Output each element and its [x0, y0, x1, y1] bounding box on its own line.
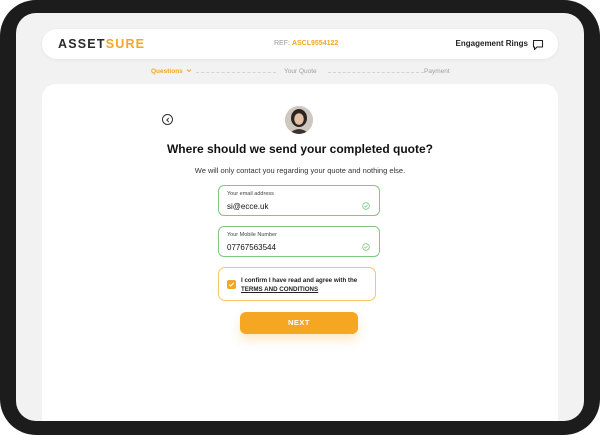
- email-value[interactable]: si@ecce.uk: [227, 202, 268, 211]
- step-questions[interactable]: Questions: [151, 68, 192, 75]
- step-divider: [328, 72, 424, 73]
- mobile-label: Your Mobile Number: [227, 232, 277, 238]
- mobile-field[interactable]: Your Mobile Number 07767563544: [218, 226, 380, 257]
- ref-label: REF:: [274, 40, 290, 47]
- logo-text-asset: ASSET: [58, 37, 106, 51]
- ref-code: ASCL9554122: [291, 40, 339, 47]
- step-divider: [196, 72, 276, 73]
- content-card: Where should we send your completed quot…: [42, 84, 558, 421]
- step-your-quote: Your Quote: [284, 68, 317, 75]
- consent-statement: I confirm I have read and agree with the: [241, 277, 358, 284]
- checkmark-icon: [228, 282, 235, 287]
- valid-check-icon: [362, 238, 370, 251]
- terms-consent: I confirm I have read and agree with the…: [218, 267, 376, 301]
- tablet-frame: ASSETSURE REF: ASCL9554122 Engagement Rin…: [0, 0, 600, 435]
- reference: REF: ASCL9554122: [274, 40, 338, 47]
- terms-checkbox[interactable]: [227, 280, 236, 289]
- email-label: Your email address: [227, 191, 274, 197]
- mobile-value[interactable]: 07767563544: [227, 243, 276, 252]
- chat-bubble-icon[interactable]: [532, 38, 544, 51]
- advisor-avatar: [285, 106, 313, 134]
- page-title: Where should we send your completed quot…: [166, 142, 434, 156]
- chevron-left-icon: [166, 117, 170, 123]
- page-subtitle: We will only contact you regarding your …: [194, 166, 406, 175]
- next-button[interactable]: NEXT: [240, 312, 358, 334]
- brand-logo[interactable]: ASSETSURE: [58, 37, 145, 51]
- consent-text: I confirm I have read and agree with the…: [241, 276, 371, 294]
- valid-check-icon: [362, 197, 370, 210]
- email-field[interactable]: Your email address si@ecce.uk: [218, 185, 380, 216]
- product-name: Engagement Rings: [455, 39, 528, 48]
- step-payment: Payment: [424, 68, 450, 75]
- top-bar: ASSETSURE REF: ASCL9554122 Engagement Rin…: [42, 29, 558, 59]
- terms-link[interactable]: TERMS AND CONDITIONS: [241, 286, 318, 293]
- back-button[interactable]: [162, 114, 173, 125]
- chevron-down-icon: [186, 69, 191, 73]
- progress-steps: Questions Your Quote Payment: [16, 65, 584, 81]
- screen: ASSETSURE REF: ASCL9554122 Engagement Rin…: [16, 13, 584, 421]
- step-label: Questions: [151, 68, 183, 75]
- logo-text-sure: SURE: [105, 37, 146, 51]
